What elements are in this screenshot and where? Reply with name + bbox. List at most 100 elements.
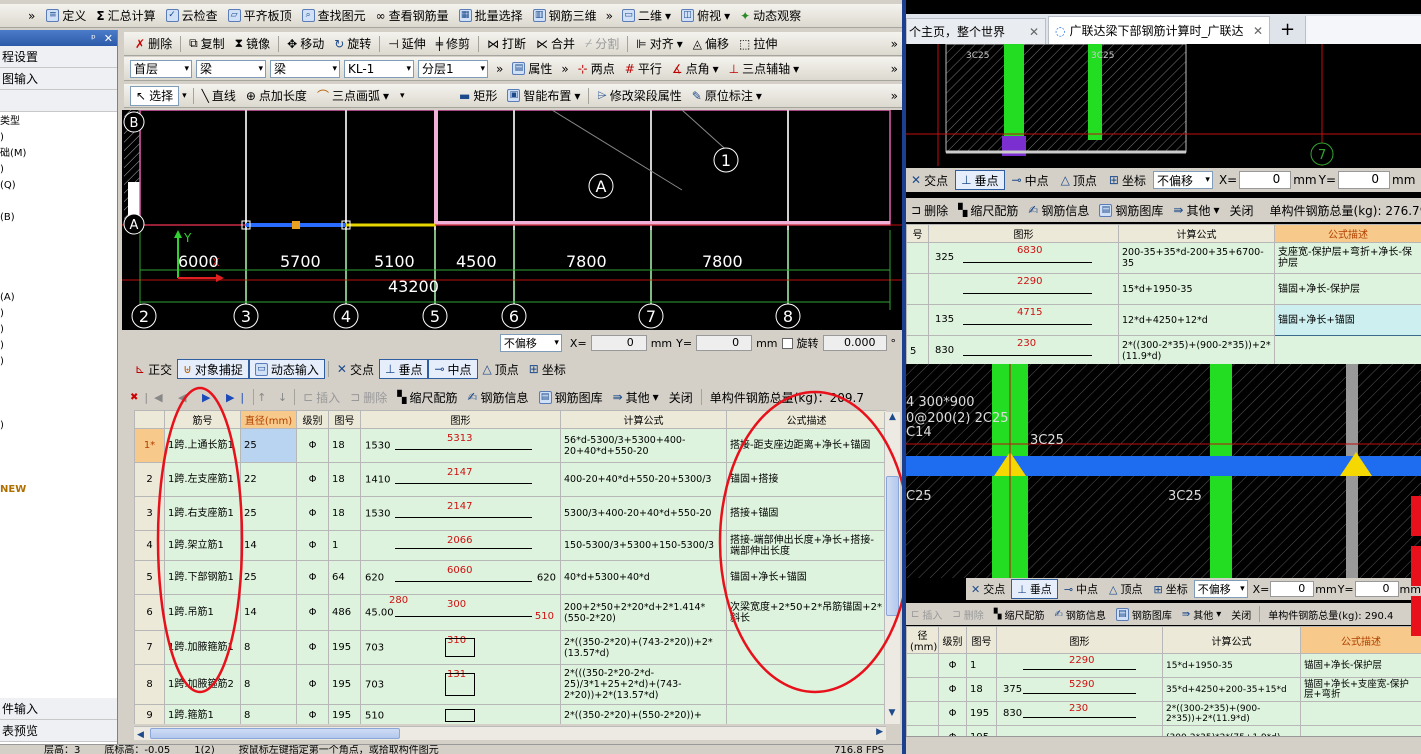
r-offset-select[interactable]: 不偏移 — [1152, 171, 1213, 189]
r2-delete-button[interactable]: ⊐ 删除 — [947, 604, 988, 624]
table-cell-formula[interactable]: 2*((350-2*20)+(550-2*20))+ — [560, 704, 727, 724]
right2-table-row[interactable]: Φ 195 830 230 2*((300-2*35)+(900-2*35))+2*(1… — [906, 701, 1421, 726]
right2-cell-dia[interactable] — [906, 677, 939, 702]
right-column-header[interactable]: 号 — [906, 224, 929, 243]
arc-mode-select[interactable] — [394, 87, 450, 105]
tab-close-icon-2[interactable]: ✕ — [1253, 24, 1263, 38]
toolbar-member-overflow[interactable]: » — [492, 62, 507, 76]
r-x-input[interactable]: 0 — [1239, 171, 1292, 189]
tree-item[interactable]: ) — [0, 418, 117, 434]
tree-item[interactable] — [0, 258, 117, 274]
intersection-snap-button[interactable]: ✕ 交点 — [332, 359, 379, 379]
offset-button[interactable]: ◬ 偏移 — [688, 34, 734, 54]
right-cell-desc[interactable]: 锚固+净长-保护层 — [1274, 273, 1421, 305]
toolbar-overflow-2[interactable]: » — [602, 9, 617, 23]
right-table-row[interactable]: 2290 15*d+1950-35 锚固+净长-保护层 — [906, 273, 1421, 305]
table-cell-n[interactable]: 9 — [134, 704, 165, 724]
rebar-info-button[interactable]: ✍ 钢筋信息 — [462, 387, 533, 407]
tree-item[interactable]: ) — [0, 338, 117, 354]
r-perpendicular-button[interactable]: ⊥ 垂点 — [955, 170, 1005, 190]
define-button[interactable]: ≡ 定义 — [41, 6, 91, 26]
r2-perpendicular-button[interactable]: ⊥ 垂点 — [1011, 579, 1058, 599]
right2-cell-dia[interactable] — [906, 725, 939, 736]
r-y-input[interactable]: 0 — [1338, 171, 1391, 189]
table-cell-no[interactable]: 18 — [328, 462, 361, 497]
merge-button[interactable]: ⋉ 合并 — [531, 34, 580, 54]
table-cell-shape[interactable]: 703 310 — [360, 630, 561, 665]
table-cell-no[interactable]: 18 — [328, 428, 361, 463]
floor-select[interactable]: 首层 — [130, 59, 192, 78]
r-library-button[interactable]: ▤ 钢筋图库 — [1094, 200, 1168, 220]
tree-item[interactable]: NEW — [0, 482, 117, 498]
table-cell-n[interactable]: 6 — [134, 594, 165, 631]
cloud-check-button[interactable]: ✓ 云检查 — [161, 6, 223, 26]
type-select[interactable]: 梁 — [270, 59, 340, 78]
right-cell-shape[interactable]: 325 6830 — [928, 242, 1119, 274]
table-cell-d[interactable]: 8 — [240, 704, 297, 724]
right2-cell-grade[interactable]: Φ — [938, 725, 967, 736]
table-cell-desc[interactable] — [726, 630, 886, 665]
right-table-row[interactable]: 135 4715 12*d+4250+12*d 锚固+净长+锚固 — [906, 304, 1421, 336]
right-cell-formula[interactable]: 200-35+35*d-200+35+6700-35 — [1118, 242, 1275, 274]
line-button[interactable]: ╲ 直线 — [197, 86, 241, 106]
r2-library-button[interactable]: ▤ 钢筋图库 — [1111, 604, 1177, 624]
table-cell-name[interactable]: 1跨.下部钢筋1 — [164, 560, 241, 595]
tree-item[interactable]: ) — [0, 354, 117, 370]
cad-viewport[interactable]: Y X 6000 5700 5100 4500 7800 7800 43200 … — [122, 110, 902, 330]
right2-cell-formula[interactable]: (300-2*35)*2*(75+1.9*d) — [1162, 725, 1301, 736]
find-element-button[interactable]: ⌕ 查找图元 — [297, 6, 371, 26]
table-vertical-scrollbar[interactable]: ▲ ▼ — [884, 412, 900, 724]
table-cell-name[interactable]: 1跨.加腋箍筋1 — [164, 630, 241, 665]
member-select[interactable]: KL-1 — [344, 59, 414, 78]
point-length-button[interactable]: ⊕ 点加长度 — [241, 86, 312, 106]
scroll-down-icon[interactable]: ▼ — [885, 708, 899, 724]
table-cell-shape[interactable]: 1530 2147 — [360, 496, 561, 531]
table-cell-name[interactable]: 1跨.上通长筋1 — [164, 428, 241, 463]
other-dropdown[interactable]: ⇛ 其他 ▾ — [608, 387, 664, 407]
r2-vertex-button[interactable]: △ 顶点 — [1104, 579, 1147, 599]
table-cell-no[interactable]: 486 — [328, 594, 361, 631]
r2-close-button[interactable]: 关闭 — [1226, 604, 1256, 624]
right2-cell-no[interactable]: 1 — [966, 653, 997, 678]
right2-cell-no[interactable]: 195 — [966, 701, 997, 726]
r-coordinate-button[interactable]: ⊞ 坐标 — [1104, 170, 1151, 190]
scroll-left-icon[interactable]: ◀ — [134, 730, 144, 740]
grip-point[interactable] — [292, 221, 300, 229]
right-cell-formula[interactable]: 15*d+1950-35 — [1118, 273, 1275, 305]
in-place-annotate-button[interactable]: ✎ 原位标注 ▾ — [687, 86, 767, 106]
r2-offset-select[interactable]: 不偏移 — [1193, 580, 1248, 598]
category-select[interactable]: 梁 — [196, 59, 266, 78]
right2-cell-formula[interactable]: 35*d+4250+200-35+15*d — [1162, 677, 1301, 702]
toolbar-member-overflow-2[interactable]: » — [557, 62, 572, 76]
right-cell-shape[interactable]: 830 230 — [928, 335, 1119, 364]
table-row[interactable]: 3 1跨.右支座筋1 25 Φ 18 1530 2147 5300/3+400-20+40*d… — [134, 496, 886, 531]
rotate-checkbox[interactable] — [781, 337, 793, 349]
table-cell-shape[interactable]: 2066 — [360, 530, 561, 561]
r2-info-button[interactable]: ✍ 钢筋信息 — [1049, 604, 1110, 624]
table-cell-shape[interactable]: 45.00 300 280 510 — [360, 594, 561, 631]
right-cell-shape[interactable]: 135 4715 — [928, 304, 1119, 336]
table-cell-no[interactable]: 18 — [328, 496, 361, 531]
right2-cell-no[interactable]: 18 — [966, 677, 997, 702]
tree-item[interactable] — [0, 370, 117, 386]
right2-column-header[interactable]: 级别 — [938, 626, 967, 654]
right-cell-formula[interactable]: 12*d+4250+12*d — [1118, 304, 1275, 336]
right-cell-index[interactable] — [906, 273, 929, 305]
select-button[interactable]: ↖ 选择 — [130, 85, 180, 106]
right2-column-header[interactable]: 径(mm) — [906, 626, 939, 654]
table-cell-n[interactable]: 1* — [134, 428, 165, 463]
coordinate-snap-button[interactable]: ⊞ 坐标 — [524, 359, 571, 379]
scroll-right-icon[interactable]: ▶ — [876, 727, 883, 737]
table-row[interactable]: 8 1跨.加腋箍筋2 8 Φ 195 703 131 2*(((350-2*20-2*d-25… — [134, 664, 886, 705]
table-cell-desc[interactable]: 搭接+锚固 — [726, 496, 886, 531]
table-cell-no[interactable]: 64 — [328, 560, 361, 595]
table-row[interactable]: 9 1跨.箍筋1 8 Φ 195 510 2*((350-2*20)+(550-2*20))… — [134, 704, 886, 724]
tree-item[interactable] — [0, 226, 117, 242]
table-cell-g[interactable]: Φ — [296, 428, 329, 463]
right-cell-formula[interactable]: 2*((300-2*35)+(900-2*35))+2*(11.9*d) — [1118, 335, 1275, 364]
right2-column-header[interactable]: 图号 — [966, 626, 997, 654]
offset-select[interactable]: 不偏移 — [499, 334, 562, 352]
right2-table-row[interactable]: Φ 1 2290 15*d+1950-35 锚固+净长-保护层 — [906, 653, 1421, 678]
right2-cell-desc[interactable]: 锚固+净长-保护层 — [1300, 653, 1421, 678]
table-cell-g[interactable]: Φ — [296, 704, 329, 724]
